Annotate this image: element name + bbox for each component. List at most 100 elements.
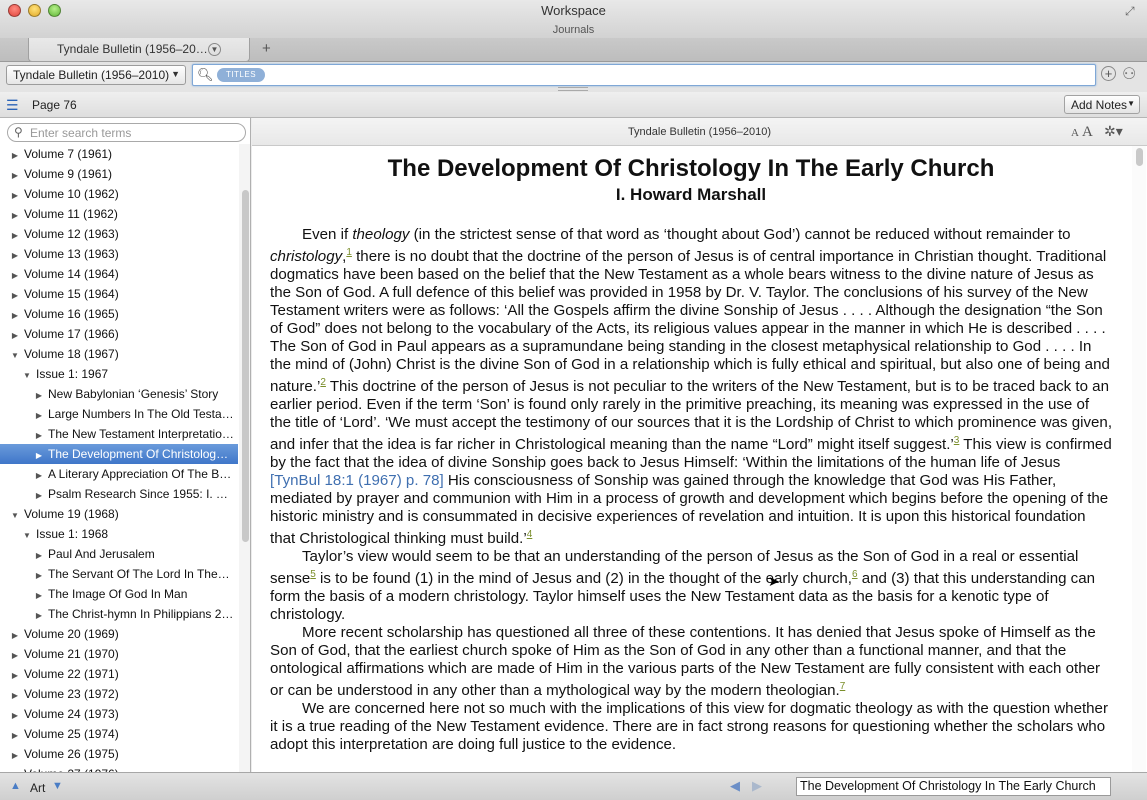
toc-article-row[interactable]: ▶ Paul And Jerusalem [0,544,238,564]
search-input[interactable]: 🔍︎ TITLES [192,64,1096,86]
disclosure-closed-icon[interactable]: ▶ [10,306,20,324]
toc-volume-row[interactable]: ▶ Volume 24 (1973) [0,704,238,724]
toc-volume-row[interactable]: ▶ Volume 21 (1970) [0,644,238,664]
disclosure-closed-icon[interactable]: ▶ [10,326,20,344]
disclosure-closed-icon[interactable]: ▶ [34,566,44,584]
chevron-down-icon[interactable]: ▼ [208,43,221,56]
toc-volume-row[interactable]: ▶ Volume 14 (1964) [0,264,238,284]
disclosure-open-icon[interactable]: ▼ [10,506,20,524]
footnote-link[interactable]: 4 [527,529,533,540]
toc-issue-row[interactable]: ▼ Issue 1: 1968 [0,524,238,544]
toc-article-row[interactable]: ▶ The Servant Of The Lord In The… [0,564,238,584]
disclosure-closed-icon[interactable]: ▶ [10,146,20,164]
people-icon[interactable]: ⚇ [1122,64,1136,84]
toc-volume-row[interactable]: ▶ Volume 16 (1965) [0,304,238,324]
toc-article-row[interactable]: ▶ A Literary Appreciation Of The B… [0,464,238,484]
toc-issue-row[interactable]: ▼ Issue 1: 1967 [0,364,238,384]
toc-article-row[interactable]: ▶ Psalm Research Since 1955: I. T… [0,484,238,504]
disclosure-closed-icon[interactable]: ▶ [34,486,44,504]
sidebar-scroll-thumb[interactable] [242,190,249,542]
forward-arrow-icon[interactable]: ▶ [752,778,762,794]
disclosure-closed-icon[interactable]: ▶ [10,666,20,684]
disclosure-closed-icon[interactable]: ▶ [34,606,44,624]
toc-volume-row[interactable]: ▼ Volume 19 (1968) [0,504,238,524]
triangle-up-icon[interactable]: ▲ [10,780,21,792]
disclosure-closed-icon[interactable]: ▶ [10,246,20,264]
toc-article-row[interactable]: ▶ New Babylonian ‘Genesis’ Story [0,384,238,404]
disclosure-open-icon[interactable]: ▼ [22,366,32,384]
bottom-label[interactable]: Art [30,781,45,795]
toc-volume-row[interactable]: ▶ Volume 10 (1962) [0,184,238,204]
toc-volume-row[interactable]: ▶Volume 27 (1976) [0,764,238,772]
add-notes-button[interactable]: Add Notes ▼ [1064,95,1140,114]
disclosure-closed-icon[interactable]: ▶ [10,686,20,704]
disclosure-closed-icon[interactable]: ▶ [34,546,44,564]
toc-volume-row[interactable]: ▶ Volume 22 (1971) [0,664,238,684]
triangle-down-icon[interactable]: ▼ [52,780,63,792]
toc-article-row[interactable]: ▶ The Christ-hymn In Philippians 2… [0,604,238,624]
sidebar-scrollbar[interactable] [239,144,250,772]
list-icon[interactable]: ☰ [6,97,19,114]
toc-article-row[interactable]: ▶ The New Testament Interpretatio… [0,424,238,444]
toc-row-label: Issue 1: 1968 [36,527,109,541]
toc-volume-row[interactable]: ▶ Volume 23 (1972) [0,684,238,704]
plus-circle-icon[interactable]: + [1101,66,1116,81]
disclosure-open-icon[interactable]: ▼ [10,346,20,364]
search-scope-pill[interactable]: TITLES [217,68,265,82]
toc-search-input[interactable]: ⚲ Enter search terms [7,123,246,142]
disclosure-closed-icon[interactable]: ▶ [10,726,20,744]
disclosure-closed-icon[interactable]: ▶ [10,286,20,304]
disclosure-open-icon[interactable]: ▼ [22,526,32,544]
toc-article-row[interactable]: ▶ Large Numbers In The Old Testa… [0,404,238,424]
page-reference-link[interactable]: [TynBul 18:1 (1967) p. 78] [270,472,444,489]
toc-volume-row[interactable]: ▶ Volume 9 (1961) [0,164,238,184]
gear-icon[interactable]: ✲▾ [1104,123,1123,140]
disclosure-closed-icon[interactable]: ▶ [10,226,20,244]
disclosure-closed-icon[interactable]: ▶ [10,266,20,284]
table-of-contents-sidebar: ⚲ Enter search terms ▶ Volume 7 (1961) ▶ Vo… [0,118,251,772]
disclosure-closed-icon[interactable]: ▶ [10,706,20,724]
italic-text: christology [270,248,343,266]
content-scroll-thumb[interactable] [1136,148,1143,166]
font-decrease-button[interactable]: A [1071,127,1079,139]
article-title: The Development Of Christology In The Ea… [387,155,995,182]
disclosure-closed-icon[interactable]: ▶ [10,746,20,764]
disclosure-closed-icon[interactable]: ▶ [10,186,20,204]
disclosure-closed-icon[interactable]: ▶ [10,646,20,664]
expand-arrows-icon[interactable]: ⤢ [1125,4,1139,18]
disclosure-closed-icon[interactable]: ▶ [34,426,44,444]
disclosure-closed-icon[interactable]: ▶ [10,166,20,184]
tab-tyndale-bulletin[interactable]: Tyndale Bulletin (1956–20… ▼ [28,38,250,62]
footnote-link[interactable]: 7 [840,681,846,692]
add-notes-label: Add Notes [1071,98,1128,112]
add-tab-button[interactable]: + [262,40,271,57]
toc-volume-row[interactable]: ▶ Volume 20 (1969) [0,624,238,644]
toc-article-row[interactable]: ▶ The Development Of Christology… [0,444,238,464]
resource-select[interactable]: Tyndale Bulletin (1956–2010) ▼ [6,65,186,85]
toc-row-label: Volume 16 (1965) [24,307,119,321]
disclosure-closed-icon[interactable]: ▶ [10,626,20,644]
toc-volume-row[interactable]: ▶ Volume 15 (1964) [0,284,238,304]
content-scrollbar[interactable] [1132,146,1146,772]
disclosure-closed-icon[interactable]: ▶ [34,386,44,404]
disclosure-closed-icon[interactable]: ▶ [34,586,44,604]
toc-volume-row[interactable]: ▶ Volume 26 (1975) [0,744,238,764]
current-article-field[interactable]: The Development Of Christology In The Ea… [796,777,1111,796]
toc-volume-row[interactable]: ▶ Volume 17 (1966) [0,324,238,344]
resize-grip[interactable] [558,87,588,91]
toc-volume-row[interactable]: ▼ Volume 18 (1967) [0,344,238,364]
toc-volume-row[interactable]: ▶ Volume 25 (1974) [0,724,238,744]
disclosure-closed-icon[interactable]: ▶ [34,406,44,424]
back-arrow-icon[interactable]: ◀ [730,778,740,794]
reading-pane: Tyndale Bulletin (1956–2010) A A ✲▾ The … [252,118,1147,772]
toc-volume-row[interactable]: ▶ Volume 7 (1961) [0,144,238,164]
toc-volume-row[interactable]: ▶ Volume 13 (1963) [0,244,238,264]
disclosure-closed-icon[interactable]: ▶ [34,446,44,464]
toc-volume-row[interactable]: ▶ Volume 12 (1963) [0,224,238,244]
toc-volume-row[interactable]: ▶ Volume 11 (1962) [0,204,238,224]
search-icon[interactable]: 🔍︎ [197,67,214,83]
disclosure-closed-icon[interactable]: ▶ [34,466,44,484]
toc-article-row[interactable]: ▶ The Image Of God In Man [0,584,238,604]
disclosure-closed-icon[interactable]: ▶ [10,206,20,224]
font-increase-button[interactable]: A [1082,124,1093,140]
